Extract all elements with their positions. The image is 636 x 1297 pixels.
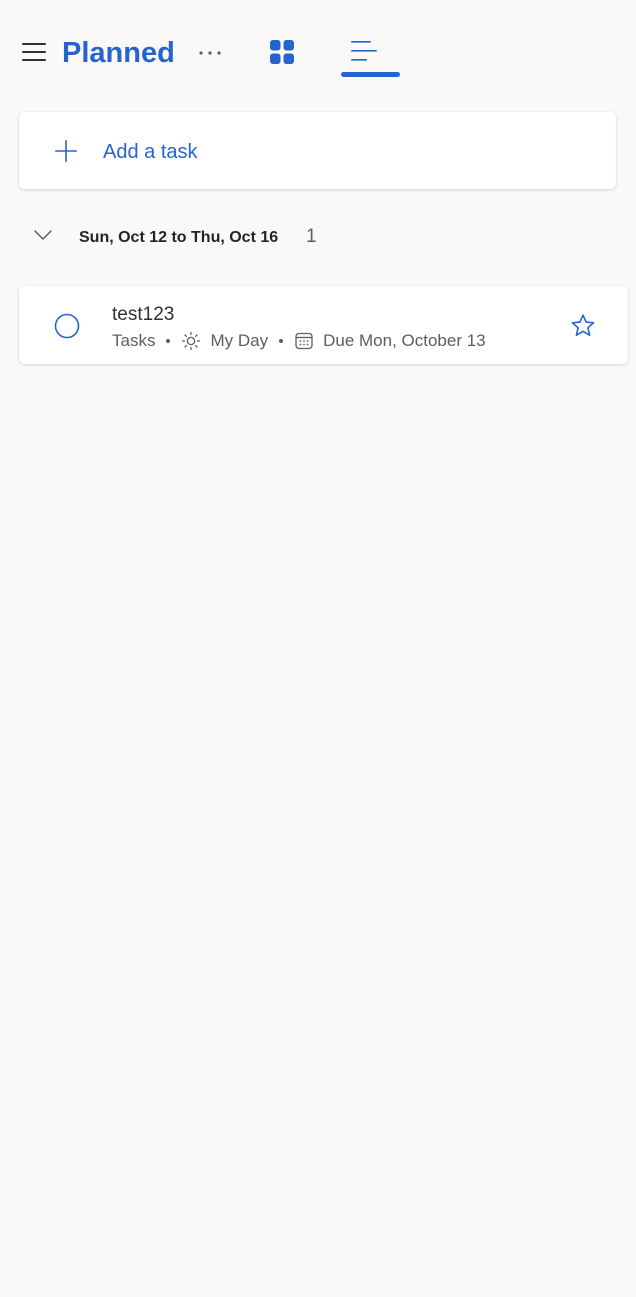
task-title: test123 — [112, 304, 175, 325]
list-view-icon — [351, 41, 377, 61]
task-list-name: Tasks — [112, 331, 156, 350]
hamburger-menu-icon[interactable] — [20, 40, 48, 64]
task-metadata: Tasks My Day Due Mon, October 13 — [112, 330, 486, 352]
app-header: Planned — [0, 0, 636, 100]
grid-view-icon — [270, 40, 294, 64]
group-title: Sun, Oct 12 to Thu, Oct 16 — [79, 229, 279, 246]
task-complete-checkbox[interactable] — [53, 312, 81, 340]
add-task-placeholder: Add a task — [103, 141, 198, 163]
chevron-down-icon — [34, 230, 52, 240]
star-importance-button[interactable] — [569, 312, 597, 340]
date-group-header[interactable]: Sun, Oct 12 to Thu, Oct 16 1 — [19, 218, 616, 258]
star-icon — [571, 314, 595, 336]
more-options-button[interactable] — [194, 38, 228, 68]
group-count: 1 — [306, 226, 317, 247]
grid-view-button[interactable] — [266, 36, 298, 68]
my-day-label: My Day — [210, 331, 269, 350]
sun-icon — [182, 331, 201, 351]
circle-checkbox-icon — [54, 313, 80, 339]
task-item[interactable]: test123 Tasks My Day Due Mon, October 13 — [19, 286, 628, 364]
due-date-label: Due Mon, October 13 — [323, 331, 486, 350]
separator-dot — [166, 339, 171, 343]
plus-icon — [55, 140, 77, 162]
list-view-tab[interactable] — [340, 36, 400, 80]
active-tab-indicator — [341, 72, 400, 77]
more-ellipsis-icon — [199, 51, 221, 55]
page-title: Planned — [62, 37, 175, 69]
add-task-input[interactable]: Add a task — [19, 112, 616, 189]
calendar-icon — [295, 332, 313, 350]
separator-dot — [279, 339, 284, 343]
